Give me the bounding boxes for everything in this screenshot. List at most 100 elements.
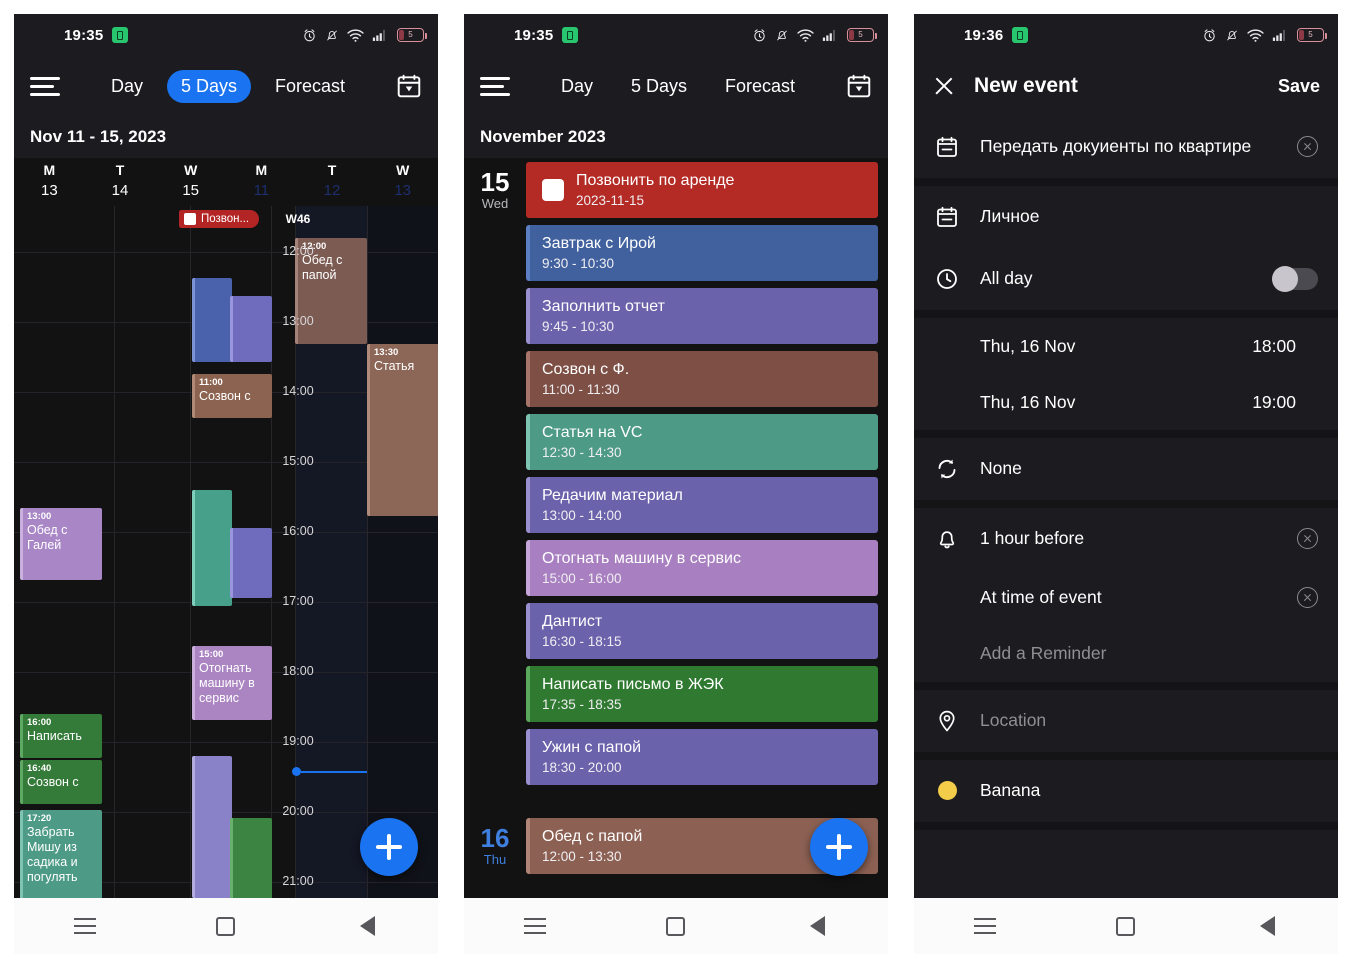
all-day-toggle[interactable] xyxy=(1272,265,1318,292)
tab-five-days[interactable]: 5 Days xyxy=(166,69,251,103)
start-date[interactable]: Thu, 16 Nov xyxy=(934,336,1252,357)
task-checkbox-icon[interactable] xyxy=(184,213,196,225)
agenda-event-zavtrak[interactable]: Завтрак с Ирой 9:30 - 10:30 xyxy=(526,225,878,281)
event-block[interactable] xyxy=(230,296,272,362)
calendar-name: Личное xyxy=(980,206,1040,226)
remove-reminder-icon[interactable] xyxy=(1297,587,1318,608)
add-reminder-row[interactable]: Add a Reminder xyxy=(914,626,1338,682)
event-block-sozvon-s-2[interactable]: 16:40 Созвон с xyxy=(20,760,102,804)
end-time[interactable]: 19:00 xyxy=(1252,392,1318,413)
all-day-label: All day xyxy=(980,268,1033,288)
event-title-input[interactable]: Передать докуиенты по квартире xyxy=(980,136,1277,157)
event-block-obed-s-galey[interactable]: 13:00 Обед с Галей xyxy=(20,508,102,580)
agenda-event-redachim-material[interactable]: Редачим материал 13:00 - 14:00 xyxy=(526,477,878,533)
tab-day[interactable]: Day xyxy=(97,70,157,103)
remove-reminder-icon[interactable] xyxy=(1297,528,1318,549)
event-block[interactable] xyxy=(192,756,232,898)
tab-five-days[interactable]: 5 Days xyxy=(617,70,701,103)
week-grid[interactable]: M 13 T 14 W 15 M 11 T 12 W 13 W46 12:00 … xyxy=(14,158,438,898)
all-day-row[interactable]: All day xyxy=(914,248,1338,310)
event-block-sozvon-s[interactable]: 11:00 Созвон с xyxy=(192,374,272,418)
agenda-event-zapolnit-otchet[interactable]: Заполнить отчет 9:45 - 10:30 xyxy=(526,288,878,344)
reminder-label: 1 hour before xyxy=(980,528,1085,548)
home-icon[interactable] xyxy=(1109,909,1143,943)
notification-badge-icon xyxy=(562,27,579,43)
day-header-2[interactable]: W 15 xyxy=(155,158,226,206)
tab-forecast[interactable]: Forecast xyxy=(261,70,359,103)
grid-canvas[interactable]: W46 12:00 13:00 14:00 15:00 16:00 17:00 … xyxy=(14,206,438,898)
day-header-0[interactable]: M 13 xyxy=(14,158,85,206)
clear-title-icon[interactable] xyxy=(1297,136,1318,157)
color-row[interactable]: Banana xyxy=(914,760,1338,822)
tab-day[interactable]: Day xyxy=(547,70,607,103)
agenda-event-pozvonit[interactable]: Позвонить по аренде 2023-11-15 xyxy=(526,162,878,218)
reminder-row-1[interactable]: 1 hour before xyxy=(914,508,1338,570)
battery-icon: 5 xyxy=(397,28,427,42)
home-icon[interactable] xyxy=(209,909,243,943)
calendar-today-icon[interactable] xyxy=(846,73,872,99)
add-event-fab[interactable] xyxy=(360,818,418,876)
new-event-form[interactable]: Передать докуиенты по квартире Личное Al… xyxy=(914,116,1338,898)
day-header-3[interactable]: M 11 xyxy=(226,158,297,206)
all-day-event-chip[interactable]: Позвон... xyxy=(179,210,260,228)
menu-icon[interactable] xyxy=(68,909,102,943)
day-header-num: 13 xyxy=(394,182,412,199)
day-header-1[interactable]: T 14 xyxy=(85,158,156,206)
event-title-row[interactable]: Передать докуиенты по квартире xyxy=(914,116,1338,178)
add-event-fab[interactable] xyxy=(810,818,868,876)
reminder-row-2[interactable]: At time of event xyxy=(914,570,1338,626)
back-icon[interactable] xyxy=(350,909,384,943)
agenda-event-title: Заполнить отчет xyxy=(542,298,665,315)
event-block-zabrat-mishu[interactable]: 17:20 Забрать Мишу из садика и погулять xyxy=(20,810,102,898)
back-icon[interactable] xyxy=(1250,909,1284,943)
event-title: Отогнать машину в сервис xyxy=(199,661,255,705)
agenda-event-uzhin-s-papoy[interactable]: Ужин с папой 18:30 - 20:00 xyxy=(526,729,878,785)
day-header-dow: W xyxy=(184,162,198,178)
agenda-event-statya-na-vc[interactable]: Статья на VC 12:30 - 14:30 xyxy=(526,414,878,470)
event-block-napisat[interactable]: 16:00 Написать xyxy=(20,714,102,758)
agenda-event-dantist[interactable]: Дантист 16:30 - 18:15 xyxy=(526,603,878,659)
add-reminder-label[interactable]: Add a Reminder xyxy=(980,643,1318,664)
tab-forecast[interactable]: Forecast xyxy=(711,70,809,103)
event-block-otognat-mashinu[interactable]: 15:00 Отогнать машину в сервис xyxy=(192,646,272,720)
day-header-4[interactable]: T 12 xyxy=(297,158,368,206)
menu-icon[interactable] xyxy=(968,909,1002,943)
agenda-event-napisat-pismo[interactable]: Написать письмо в ЖЭК 17:35 - 18:35 xyxy=(526,666,878,722)
phone-panel-new-event: 19:36 5 New event Save Передать докуиент… xyxy=(914,14,1338,954)
event-time: 13:00 xyxy=(27,511,52,522)
day-header-5[interactable]: W 13 xyxy=(367,158,438,206)
menu-icon[interactable] xyxy=(480,76,510,96)
calendar-picker-row[interactable]: Личное xyxy=(914,186,1338,248)
end-date[interactable]: Thu, 16 Nov xyxy=(934,392,1252,413)
menu-icon[interactable] xyxy=(30,76,60,96)
location-row[interactable]: Location xyxy=(914,690,1338,752)
start-time[interactable]: 18:00 xyxy=(1252,336,1318,357)
day-header-num: 12 xyxy=(323,182,341,199)
signal-icon xyxy=(1272,29,1285,41)
event-block[interactable] xyxy=(230,528,272,598)
save-button[interactable]: Save xyxy=(1278,76,1320,97)
start-datetime-row[interactable]: Thu, 16 Nov 18:00 xyxy=(914,318,1338,374)
event-block[interactable] xyxy=(192,278,232,362)
agenda-event-text: Созвон с Ф. 11:00 - 11:30 xyxy=(542,359,866,399)
home-icon[interactable] xyxy=(659,909,693,943)
time-label: 14:00 xyxy=(282,384,314,398)
event-block[interactable] xyxy=(192,490,232,606)
back-icon[interactable] xyxy=(800,909,834,943)
time-label: 21:00 xyxy=(282,874,314,888)
day-header-dow: W xyxy=(396,162,410,178)
end-datetime-row[interactable]: Thu, 16 Nov 19:00 xyxy=(914,374,1338,430)
task-checkbox-icon[interactable] xyxy=(542,179,564,201)
agenda-event-sozvon-s-f[interactable]: Созвон с Ф. 11:00 - 11:30 xyxy=(526,351,878,407)
agenda-date-15: 15 Wed xyxy=(464,162,526,212)
event-block-statya[interactable]: 13:30 Статья xyxy=(367,344,438,516)
close-icon[interactable] xyxy=(932,74,956,98)
menu-icon[interactable] xyxy=(518,909,552,943)
day-header-dow: T xyxy=(115,162,125,178)
calendar-today-icon[interactable] xyxy=(396,73,422,99)
repeat-row[interactable]: None xyxy=(914,438,1338,500)
agenda-list[interactable]: 15 Wed Позвонить по аренде 2023-11-15 За… xyxy=(464,158,888,898)
location-input[interactable]: Location xyxy=(980,710,1318,731)
event-block[interactable] xyxy=(230,818,272,898)
agenda-event-otognat-mashinu[interactable]: Отогнать машину в сервис 15:00 - 16:00 xyxy=(526,540,878,596)
